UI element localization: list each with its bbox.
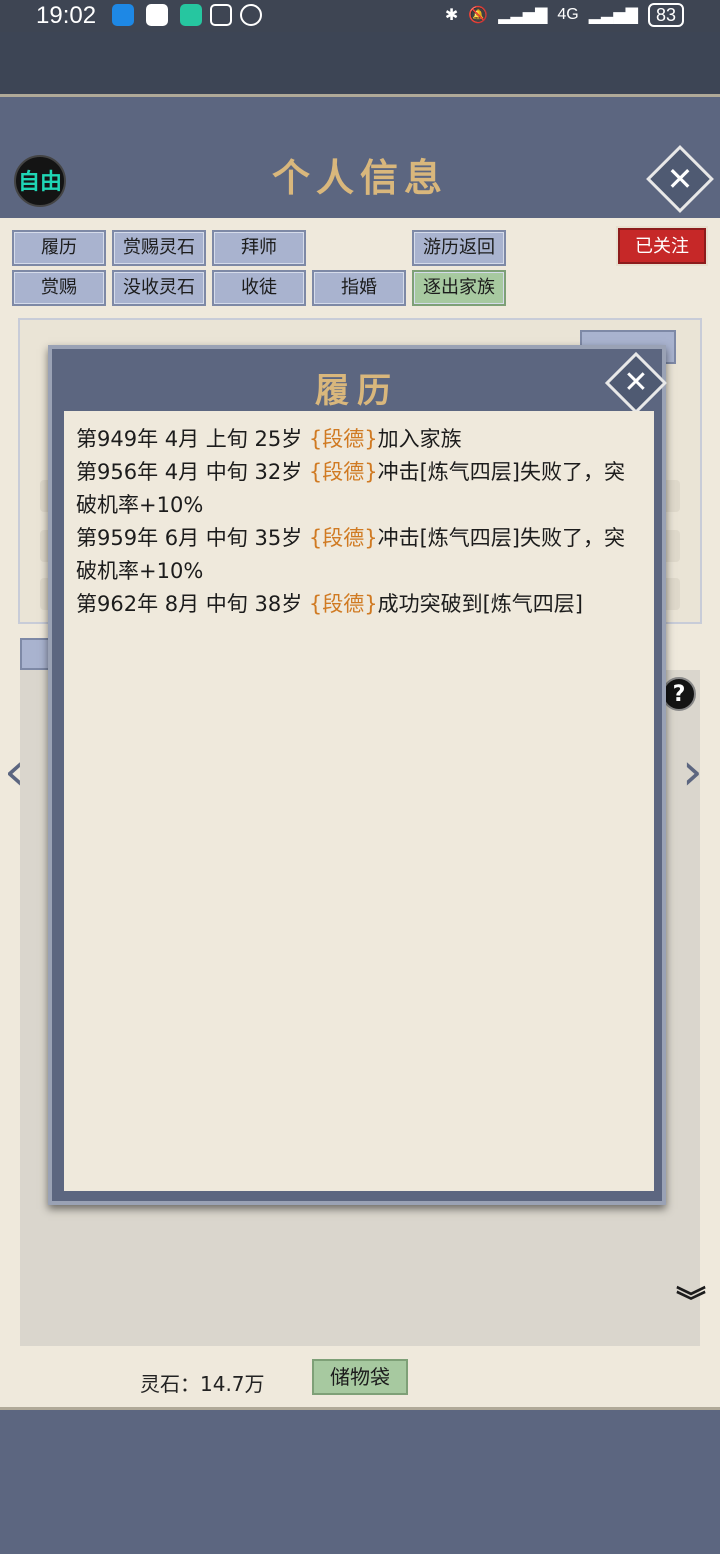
history-entry: 第959年 6月 中旬 35岁 {段德}冲击[炼气四层]失败了，突破机率+10% bbox=[76, 522, 642, 588]
reward-button[interactable]: 赏赐 bbox=[12, 270, 106, 306]
help-icon[interactable]: ? bbox=[662, 677, 696, 711]
status-bar: 19:02 ✱ 🔕 ▂▃▅▇ 4G ▂▃▅▇ 83 bbox=[0, 0, 720, 32]
tab-button[interactable] bbox=[20, 638, 50, 670]
page-title: 个人信息 bbox=[271, 155, 448, 200]
signal-icon: ▂▃▅▇ bbox=[498, 7, 548, 24]
shield-app-icon bbox=[180, 4, 202, 26]
reward-stone-button[interactable]: 赏赐灵石 bbox=[112, 230, 206, 266]
status-right: ✱ 🔕 ▂▃▅▇ 4G ▂▃▅▇ 83 bbox=[445, 3, 684, 27]
storage-bag-button[interactable]: 储物袋 bbox=[312, 1359, 408, 1395]
top-band bbox=[0, 32, 720, 94]
entry-date: 第962年 8月 中旬 38岁 bbox=[76, 592, 309, 616]
apprentice-button[interactable]: 拜师 bbox=[212, 230, 306, 266]
entry-name: {段德} bbox=[308, 592, 378, 616]
battery-level: 83 bbox=[647, 3, 684, 27]
expand-down-icon[interactable]: ︾ bbox=[676, 1288, 706, 1318]
bottom-band bbox=[0, 1407, 720, 1554]
expel-button[interactable]: 逐出家族 bbox=[412, 270, 506, 306]
prev-arrow-icon[interactable]: ‹ bbox=[4, 742, 25, 802]
take-disciple-button[interactable]: 收徒 bbox=[212, 270, 306, 306]
mute-icon: 🔕 bbox=[468, 7, 489, 24]
close-icon: ✕ bbox=[623, 365, 649, 400]
history-entry: 第956年 4月 中旬 32岁 {段德}冲击[炼气四层]失败了，突破机率+10% bbox=[76, 456, 642, 522]
entry-date: 第949年 4月 上旬 25岁 bbox=[76, 427, 309, 451]
next-arrow-icon[interactable]: › bbox=[682, 742, 703, 802]
arrange-marriage-button[interactable]: 指婚 bbox=[312, 270, 406, 306]
chat-icon bbox=[146, 4, 168, 26]
spirit-stone-count: 灵石：14.7万 bbox=[140, 1372, 265, 1396]
history-list: 第949年 4月 上旬 25岁 {段德}加入家族 第956年 4月 中旬 32岁… bbox=[64, 411, 654, 1191]
signal-icon-2: ▂▃▅▇ bbox=[588, 7, 638, 24]
message-icon bbox=[112, 4, 134, 26]
modal-title: 履历 bbox=[315, 371, 399, 411]
history-entry: 第949年 4月 上旬 25岁 {段德}加入家族 bbox=[76, 423, 642, 456]
bluetooth-icon: ✱ bbox=[444, 7, 459, 24]
confiscate-stone-button[interactable]: 没收灵石 bbox=[112, 270, 206, 306]
network-type: 4G bbox=[557, 6, 579, 23]
entry-date: 第956年 4月 中旬 32岁 bbox=[76, 460, 309, 484]
followed-badge[interactable]: 已关注 bbox=[618, 228, 706, 264]
close-icon: ✕ bbox=[666, 160, 694, 198]
entry-event: 成功突破到[炼气四层] bbox=[377, 592, 583, 616]
alarm-icon bbox=[240, 4, 262, 26]
travel-return-button[interactable]: 游历返回 bbox=[412, 230, 506, 266]
entry-name: {段德} bbox=[308, 427, 378, 451]
history-button[interactable]: 履历 bbox=[12, 230, 106, 266]
history-modal: 履历 ✕ 第949年 4月 上旬 25岁 {段德}加入家族 第956年 4月 中… bbox=[48, 345, 668, 1205]
nfc-icon bbox=[210, 4, 232, 26]
entry-event: 加入家族 bbox=[377, 427, 462, 451]
status-time: 19:02 bbox=[36, 2, 97, 29]
page-header: 自由 个人信息 ✕ bbox=[0, 94, 720, 218]
entry-date: 第959年 6月 中旬 35岁 bbox=[76, 526, 309, 550]
history-entry: 第962年 8月 中旬 38岁 {段德}成功突破到[炼气四层] bbox=[76, 588, 642, 621]
entry-name: {段德} bbox=[308, 460, 378, 484]
entry-name: {段德} bbox=[308, 526, 378, 550]
